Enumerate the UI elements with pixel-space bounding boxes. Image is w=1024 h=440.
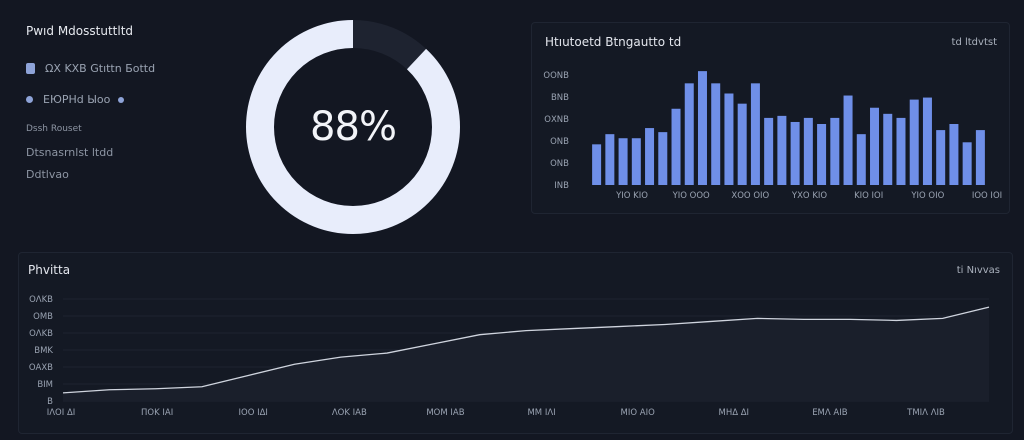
bar[interactable] bbox=[962, 142, 972, 185]
line-y-tick-label: ΟΑΧΒ bbox=[29, 363, 53, 373]
bar[interactable] bbox=[658, 132, 668, 185]
line-x-tick-label: ΜΗΔ ΔΙ bbox=[718, 408, 749, 418]
bar[interactable] bbox=[909, 99, 919, 185]
bar[interactable] bbox=[975, 130, 985, 185]
info-line: Ddtlvao bbox=[26, 168, 69, 181]
bar[interactable] bbox=[605, 134, 615, 185]
line-x-tick-label: ΙΛΟΙ ΔΙ bbox=[47, 408, 76, 418]
bar-y-tick-label: ΟΝΒ bbox=[550, 137, 569, 147]
bar-y-tick-label: ΒΝΒ bbox=[551, 93, 569, 103]
legend-swatch-icon bbox=[26, 63, 35, 74]
bar[interactable] bbox=[671, 108, 681, 185]
line-x-tick-label: ΜΟΜ ΙΑΒ bbox=[426, 408, 464, 418]
bar[interactable] bbox=[645, 128, 655, 185]
bar[interactable] bbox=[843, 95, 853, 185]
line-chart-panel: Ρhvitta ti Nıvvas ΟΛΚΒ ΟΜΒ ΟΛΚΒ ΒΜΚ ΟΑΧΒ ΒΙΜ Β… bbox=[18, 252, 1013, 434]
section-label: Dssh Rouset bbox=[26, 124, 82, 134]
bar[interactable] bbox=[817, 124, 827, 185]
bar[interactable] bbox=[777, 115, 787, 185]
line-x-tick-label: ΤΜΙΛ ΛΙΒ bbox=[906, 408, 945, 418]
legend-dot-icon bbox=[118, 96, 125, 103]
legend-swatch-icon bbox=[26, 96, 33, 103]
line-y-tick-label: ΟΛΚΒ bbox=[29, 329, 53, 339]
legend-label: ЕЮΡΗd Ыoo bbox=[43, 93, 111, 106]
line-x-tick-label: ΠΟΚ ΙΑΙ bbox=[141, 408, 173, 418]
line-y-tick-label: ΟΛΚΒ bbox=[29, 295, 53, 305]
line-x-tick-label: ΛΟΚ ΙΑΒ bbox=[332, 408, 367, 418]
bar-chart: ΟΟΝΒ ΒΝΒ ΟΧΝΒ ΟΝΒ ΟΝΒ ΙΝΒ ΥΙΟ ΚΙΟ ΥΙΟ ΟΟΟ ΧΟΟ ΟΙ… bbox=[543, 71, 1002, 201]
line-x-tick-label: ΕΜΛ ΑΙΒ bbox=[812, 408, 848, 418]
bar[interactable] bbox=[803, 117, 813, 185]
line-y-tick-label: Β bbox=[47, 397, 53, 407]
bar[interactable] bbox=[750, 83, 760, 185]
bar[interactable] bbox=[631, 138, 641, 185]
bar[interactable] bbox=[949, 124, 959, 185]
bar[interactable] bbox=[790, 121, 800, 185]
bar[interactable] bbox=[936, 130, 946, 185]
bar-x-tick-label: ΥΙΟ ΚΙΟ bbox=[615, 191, 648, 201]
bar[interactable] bbox=[922, 97, 932, 185]
bar[interactable] bbox=[724, 93, 734, 186]
bar[interactable] bbox=[684, 83, 694, 185]
donut-gauge: 88% bbox=[246, 20, 460, 234]
legend-label: ΩΧ ΚΧΒ Gtıttn Бottd bbox=[45, 62, 156, 75]
line-y-tick-label: ΒΙΜ bbox=[37, 380, 53, 390]
legend-item[interactable]: ΩΧ ΚΧΒ Gtıttn Бottd bbox=[26, 62, 155, 75]
line-y-tick-label: ΟΜΒ bbox=[33, 312, 53, 322]
bar[interactable] bbox=[737, 103, 747, 185]
bar-x-tick-label: ΚΙΟ ΙΟΙ bbox=[854, 191, 883, 201]
bar-y-tick-label: ΙΝΒ bbox=[554, 181, 569, 191]
line-y-tick-label: ΒΜΚ bbox=[34, 346, 53, 356]
bar[interactable] bbox=[764, 117, 774, 185]
bar[interactable] bbox=[618, 138, 628, 185]
bar-y-tick-label: ΟΧΝΒ bbox=[544, 115, 569, 125]
bar[interactable] bbox=[697, 71, 707, 185]
line-chart: ΟΛΚΒ ΟΜΒ ΟΛΚΒ ΒΜΚ ΟΑΧΒ ΒΙΜ ΒΙΛΟΙ ΔΙ ΠΟΚ ΙΑΙ ΙΟΟ … bbox=[29, 295, 990, 418]
legend-item[interactable]: ЕЮΡΗd Ыoo bbox=[26, 93, 125, 106]
line-x-tick-label: ΙΟΟ ΙΔΙ bbox=[239, 408, 268, 418]
bar-y-tick-label: ΟΝΒ bbox=[550, 159, 569, 169]
bar-chart-panel: Ηtıutoetd Btngautto td td ltdvtst ΟΟΝΒ ΒΝ… bbox=[531, 22, 1010, 214]
bar-x-tick-label: ΙΟΟ ΙΟΙ bbox=[972, 191, 1002, 201]
bar[interactable] bbox=[883, 113, 893, 185]
bar[interactable] bbox=[592, 144, 602, 185]
bar-x-tick-label: ΥΙΟ ΟΙΟ bbox=[910, 191, 944, 201]
bar-x-tick-label: ΧΟΟ ΟΙΟ bbox=[731, 191, 769, 201]
bar[interactable] bbox=[830, 117, 840, 185]
bar[interactable] bbox=[856, 134, 866, 185]
bar[interactable] bbox=[896, 117, 906, 185]
donut-value: 88% bbox=[310, 104, 397, 150]
legend: ΩΧ ΚΧΒ Gtıttn Бottd ЕЮΡΗd Ыoo Dssh Rouse… bbox=[26, 24, 226, 194]
line-x-tick-label: ΜΜ ΙΛΙ bbox=[527, 408, 555, 418]
line-x-tick-label: ΜΙΟ ΑΙΟ bbox=[621, 408, 656, 418]
info-line: Dtsnasrnlst ltdd bbox=[26, 146, 114, 159]
bar[interactable] bbox=[711, 83, 721, 185]
bar-x-tick-label: ΥΧΟ ΚΙΟ bbox=[791, 191, 827, 201]
bar-x-tick-label: ΥΙΟ ΟΟΟ bbox=[672, 191, 710, 201]
bar-y-tick-label: ΟΟΝΒ bbox=[543, 71, 569, 81]
bar[interactable] bbox=[870, 107, 880, 185]
